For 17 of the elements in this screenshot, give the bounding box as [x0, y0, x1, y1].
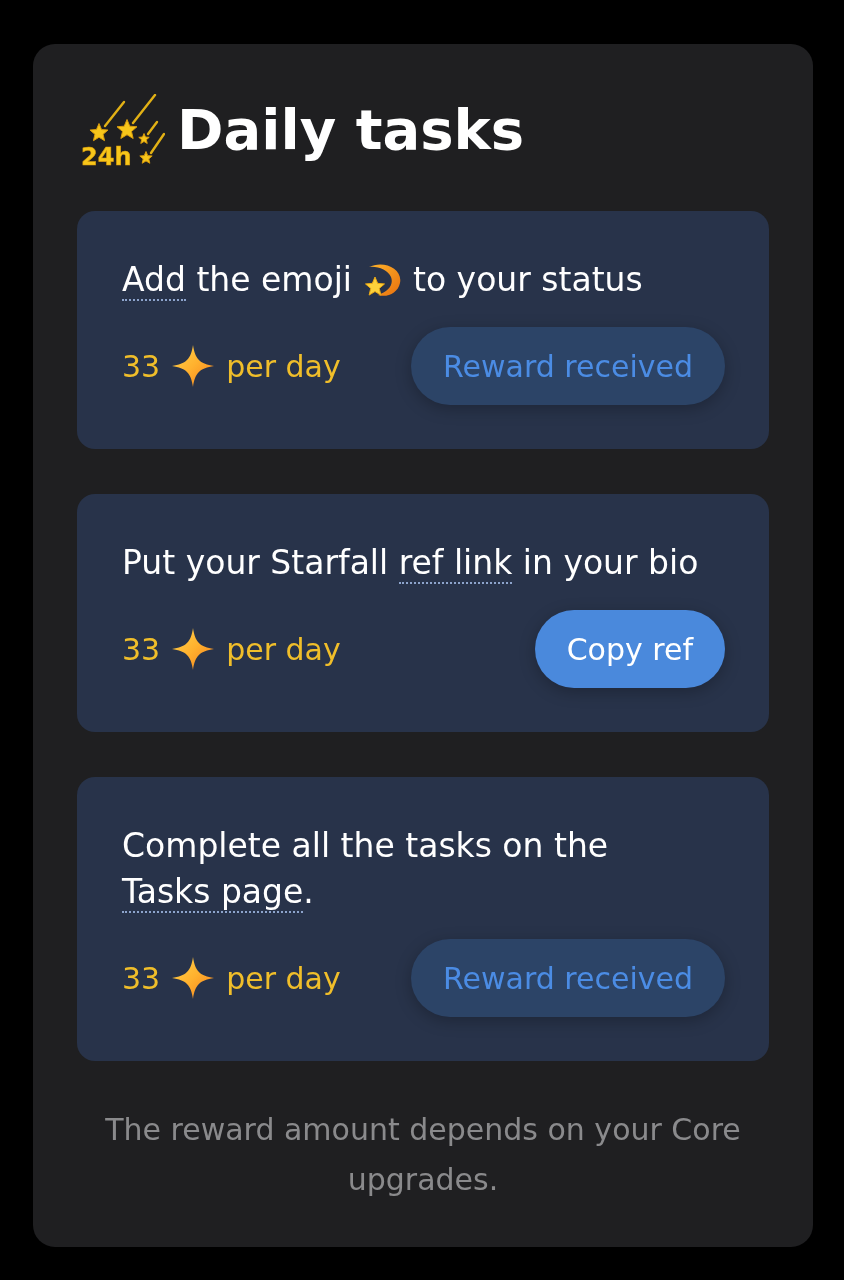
reward-period: per day: [226, 347, 341, 386]
reward-period: per day: [226, 959, 341, 998]
panel-title: Daily tasks: [177, 96, 525, 164]
text-link[interactable]: Tasks page: [122, 872, 304, 913]
shooting-star-icon: [362, 262, 403, 298]
task-title: Put your Starfall ref link in your bio: [122, 542, 700, 586]
text-link[interactable]: Add: [122, 260, 186, 301]
copy-button[interactable]: Copy ref: [534, 610, 725, 688]
reward-amount: 33: [122, 347, 161, 386]
reward-amount: 33: [122, 630, 161, 669]
text-link[interactable]: ref link: [398, 543, 513, 584]
task-title: Complete all the tasks on the Tasks page.: [122, 825, 610, 915]
shooting-stars-logo: 24h: [80, 94, 165, 166]
reward-period: per day: [226, 630, 341, 669]
task-title: Add the emoji to your status: [122, 259, 644, 303]
reward-amount: 33: [122, 959, 161, 998]
footer-note: The reward amount depends on your Core upgrades.: [104, 1111, 742, 1199]
